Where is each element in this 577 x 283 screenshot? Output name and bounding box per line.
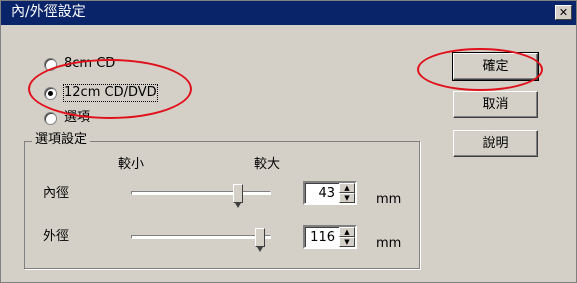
inner-diameter-unit: mm: [376, 192, 402, 207]
slider-min-label: 較小: [118, 157, 145, 172]
inner-diameter-label: 內徑: [43, 186, 70, 201]
dialog-title: 內/外徑設定: [11, 4, 86, 20]
radio-custom[interactable]: [44, 112, 57, 125]
slider-max-label: 較大: [254, 157, 281, 172]
options-group-title: 選項設定: [32, 132, 91, 148]
outer-diameter-spinner[interactable]: 116 ▲ ▼: [303, 225, 357, 249]
inner-diameter-slider-track[interactable]: [131, 191, 271, 195]
outer-diameter-slider-track[interactable]: [131, 235, 271, 239]
spin-down-icon: ▼: [344, 238, 350, 246]
cancel-button[interactable]: 取消: [453, 91, 538, 118]
inner-diameter-spinner[interactable]: 43 ▲ ▼: [303, 181, 357, 205]
spin-down-icon: ▼: [344, 194, 350, 202]
outer-diameter-down-button[interactable]: ▼: [339, 237, 355, 247]
outer-diameter-slider-thumb[interactable]: [255, 228, 265, 252]
annotation-ellipse-disc-size: [28, 59, 192, 119]
close-icon: ✕: [558, 6, 569, 19]
options-group: [24, 141, 420, 269]
annotation-ellipse-ok-button: [417, 48, 543, 91]
outer-diameter-unit: mm: [376, 236, 402, 251]
close-button[interactable]: ✕: [555, 5, 572, 20]
outer-diameter-value[interactable]: 116: [310, 230, 335, 246]
inner-diameter-slider-thumb[interactable]: [233, 184, 243, 208]
spin-up-icon: ▲: [344, 228, 350, 236]
help-button[interactable]: 說明: [453, 130, 538, 157]
inner-diameter-up-button[interactable]: ▲: [339, 183, 355, 193]
inner-diameter-down-button[interactable]: ▼: [339, 193, 355, 203]
outer-diameter-label: 外徑: [43, 229, 70, 244]
spin-up-icon: ▲: [344, 184, 350, 192]
inner-diameter-value[interactable]: 43: [318, 186, 335, 202]
dialog-window: 內/外徑設定 ✕ 8cm CD 12cm CD/DVD 選項 確定 取消 說明 …: [0, 0, 577, 283]
title-bar: 內/外徑設定 ✕: [1, 1, 576, 25]
outer-diameter-up-button[interactable]: ▲: [339, 227, 355, 237]
